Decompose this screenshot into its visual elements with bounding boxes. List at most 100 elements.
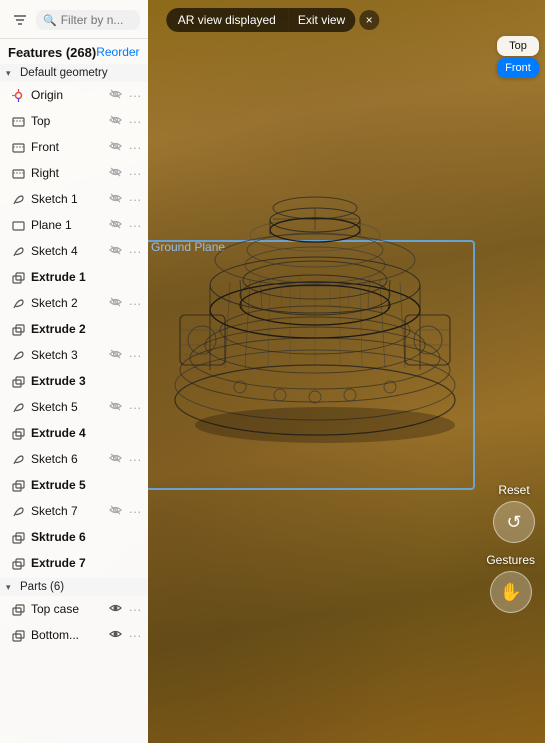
- sketch-icon-5: [10, 399, 26, 415]
- more-icon-sketch4[interactable]: ···: [128, 244, 142, 259]
- reset-icon: ↺: [493, 501, 535, 543]
- feature-item-sktrude6[interactable]: Sktrude 6: [0, 524, 148, 550]
- more-icon-top[interactable]: ···: [128, 114, 142, 129]
- ar-displayed-badge: AR view displayed: [166, 8, 288, 32]
- feature-name-extrude3: Extrude 3: [31, 374, 142, 388]
- feature-item-extrude1[interactable]: Extrude 1: [0, 264, 148, 290]
- more-icon-front[interactable]: ···: [128, 140, 142, 155]
- features-list: ▾ Default geometry Origin ··· Top ···: [0, 64, 148, 743]
- extrude-icon-4: [10, 425, 26, 441]
- more-icon-plane1[interactable]: ···: [128, 218, 142, 233]
- feature-item-sketch1[interactable]: Sketch 1 ···: [0, 186, 148, 212]
- view-top-button[interactable]: Top: [497, 36, 539, 56]
- more-icon-top-case[interactable]: ···: [128, 602, 142, 617]
- feature-item-top[interactable]: Top ···: [0, 108, 148, 134]
- wireframe-svg: [150, 130, 480, 460]
- feature-name-top: Top: [31, 114, 102, 128]
- reset-button[interactable]: Reset ↺: [493, 483, 535, 543]
- ar-close-button[interactable]: ×: [359, 10, 379, 30]
- extrude-icon-7: [10, 555, 26, 571]
- parts-section[interactable]: ▾ Parts (6): [0, 578, 148, 596]
- visibility-icon-right: [107, 167, 123, 180]
- more-icon-sketch7[interactable]: ···: [128, 504, 142, 519]
- more-icon-origin[interactable]: ···: [128, 88, 142, 103]
- feature-item-sketch3[interactable]: Sketch 3 ···: [0, 342, 148, 368]
- feature-name-plane1: Plane 1: [31, 218, 102, 232]
- visibility-icon-front: [107, 141, 123, 154]
- sketch-icon-1: [10, 191, 26, 207]
- feature-item-sketch5[interactable]: Sketch 5 ···: [0, 394, 148, 420]
- feature-name-extrude1: Extrude 1: [31, 270, 142, 284]
- feature-name-sketch2: Sketch 2: [31, 296, 102, 310]
- feature-name-extrude2: Extrude 2: [31, 322, 142, 336]
- feature-item-bottom[interactable]: Bottom... ···: [0, 622, 148, 648]
- section-title: Default geometry: [20, 67, 108, 79]
- visibility-icon-top-case[interactable]: [107, 603, 123, 616]
- search-input[interactable]: [61, 13, 133, 27]
- feature-item-sketch2[interactable]: Sketch 2 ···: [0, 290, 148, 316]
- sketch-icon-4: [10, 243, 26, 259]
- reset-label: Reset: [498, 483, 529, 497]
- feature-item-right[interactable]: Right ···: [0, 160, 148, 186]
- extrude-icon-5: [10, 477, 26, 493]
- feature-name-sketch6: Sketch 6: [31, 452, 102, 466]
- feature-item-extrude7[interactable]: Extrude 7: [0, 550, 148, 576]
- filter-button[interactable]: [8, 8, 32, 32]
- more-icon-sketch2[interactable]: ···: [128, 296, 142, 311]
- feature-item-plane1[interactable]: Plane 1 ···: [0, 212, 148, 238]
- exit-view-button[interactable]: Exit view: [288, 8, 355, 32]
- feature-item-origin[interactable]: Origin ···: [0, 82, 148, 108]
- feature-item-top-case[interactable]: Top case ···: [0, 596, 148, 622]
- sidebar: 🔍 Features (268) Reorder ▾ Default geome…: [0, 0, 148, 743]
- feature-name-bottom: Bottom...: [31, 628, 102, 642]
- visibility-icon-bottom[interactable]: [107, 629, 123, 642]
- origin-icon: [10, 87, 26, 103]
- feature-name-sketch3: Sketch 3: [31, 348, 102, 362]
- feature-item-sketch4[interactable]: Sketch 4 ···: [0, 238, 148, 264]
- sketch-icon-3: [10, 347, 26, 363]
- feature-name-sketch7: Sketch 7: [31, 504, 102, 518]
- visibility-icon-sketch3: [107, 349, 123, 362]
- sketch-icon-6: [10, 451, 26, 467]
- default-geometry-section[interactable]: ▾ Default geometry: [0, 64, 148, 82]
- visibility-icon-origin: [107, 89, 123, 102]
- feature-name-extrude5: Extrude 5: [31, 478, 142, 492]
- feature-name-sktrude6: Sktrude 6: [31, 530, 142, 544]
- extrude-icon-3: [10, 373, 26, 389]
- feature-name-right: Right: [31, 166, 102, 180]
- feature-item-extrude3[interactable]: Extrude 3: [0, 368, 148, 394]
- part-icon-bottom: [10, 627, 26, 643]
- feature-item-sketch7[interactable]: Sketch 7 ···: [0, 498, 148, 524]
- more-icon-sketch6[interactable]: ···: [128, 452, 142, 467]
- more-icon-sketch1[interactable]: ···: [128, 192, 142, 207]
- view-front-button[interactable]: Front: [497, 58, 539, 78]
- view-buttons-panel: Top Front: [497, 36, 539, 78]
- 3d-model: [150, 130, 480, 460]
- more-icon-right[interactable]: ···: [128, 166, 142, 181]
- more-icon-sketch3[interactable]: ···: [128, 348, 142, 363]
- extrude-icon-1: [10, 269, 26, 285]
- more-icon-sketch5[interactable]: ···: [128, 400, 142, 415]
- feature-item-sketch6[interactable]: Sketch 6 ···: [0, 446, 148, 472]
- search-icon: 🔍: [43, 14, 57, 27]
- feature-name-extrude7: Extrude 7: [31, 556, 142, 570]
- feature-name-sketch5: Sketch 5: [31, 400, 102, 414]
- more-icon-bottom[interactable]: ···: [128, 628, 142, 643]
- feature-name-origin: Origin: [31, 88, 102, 102]
- gestures-label: Gestures: [486, 553, 535, 567]
- extrude-icon-sk6: [10, 529, 26, 545]
- ar-banner: AR view displayed Exit view ×: [166, 8, 379, 32]
- feature-item-front[interactable]: Front ···: [0, 134, 148, 160]
- feature-item-extrude4[interactable]: Extrude 4: [0, 420, 148, 446]
- gestures-button[interactable]: Gestures ✋: [486, 553, 535, 613]
- feature-item-extrude2[interactable]: Extrude 2: [0, 316, 148, 342]
- plane-icon-1: [10, 217, 26, 233]
- part-icon-top-case: [10, 601, 26, 617]
- visibility-icon-sketch4: [107, 245, 123, 258]
- feature-item-extrude5[interactable]: Extrude 5: [0, 472, 148, 498]
- parts-chevron: ▾: [6, 582, 16, 593]
- visibility-icon-sketch1: [107, 193, 123, 206]
- features-title: Features (268): [8, 45, 96, 60]
- search-bar: 🔍: [0, 0, 148, 39]
- reorder-button[interactable]: Reorder: [96, 45, 139, 59]
